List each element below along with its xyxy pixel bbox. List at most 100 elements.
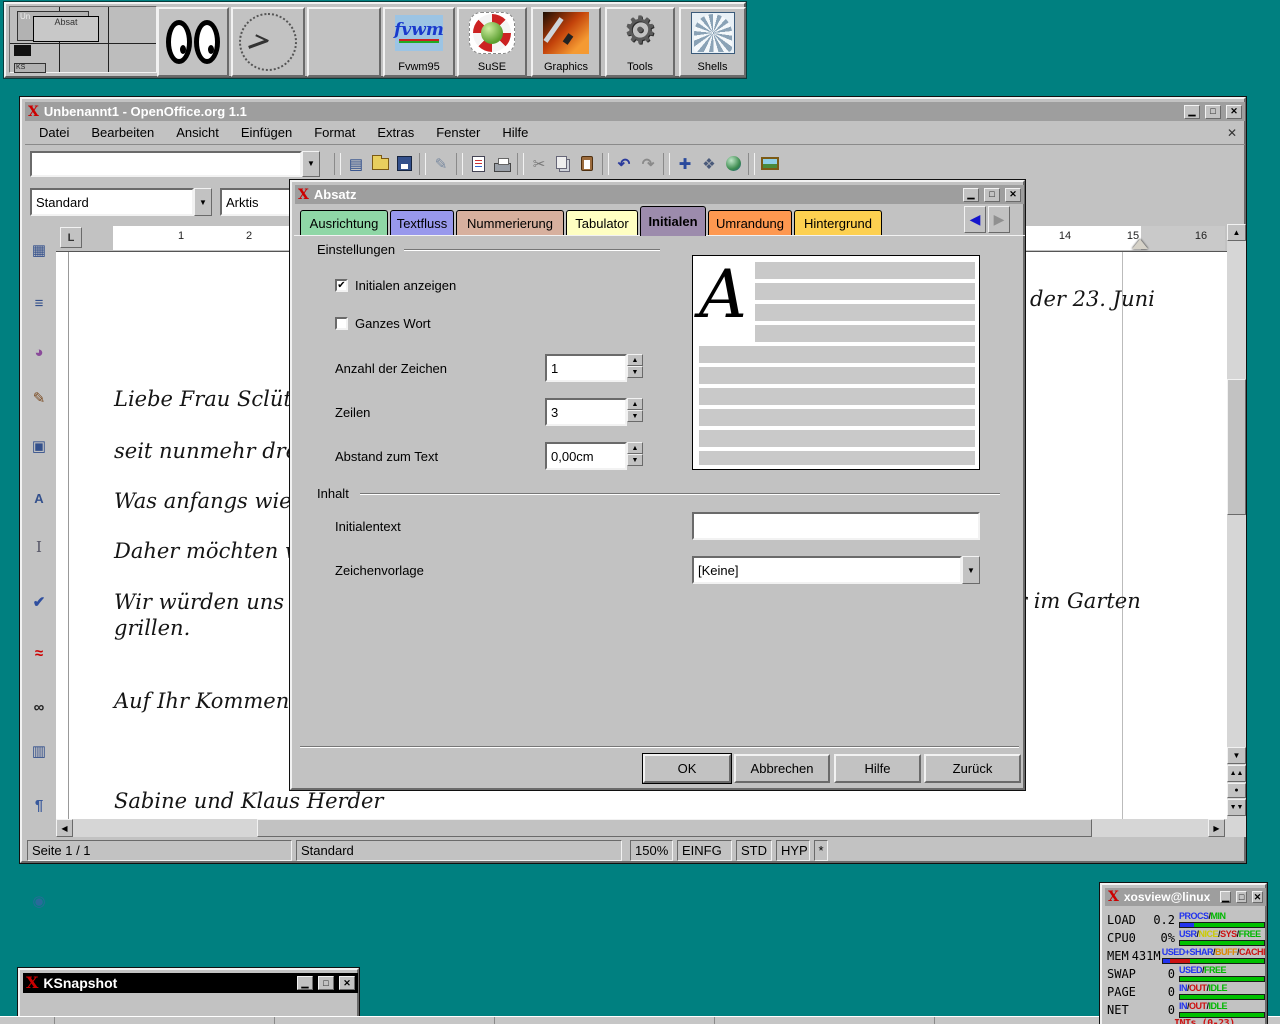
- tab-scroll-right-button[interactable]: ▶: [988, 206, 1010, 233]
- lines-input[interactable]: 3: [545, 398, 627, 426]
- maximize-button[interactable]: □: [1205, 105, 1221, 119]
- menu-einfuegen[interactable]: Einfügen: [237, 123, 296, 142]
- char-style-value[interactable]: [Keine]: [692, 556, 962, 584]
- empty-dock-slot[interactable]: [307, 7, 381, 77]
- num-chars-spinfield[interactable]: 1 ▲▼: [545, 354, 643, 382]
- status-style-field[interactable]: Standard: [296, 840, 622, 861]
- zurueck-button[interactable]: Zurück: [924, 754, 1021, 783]
- dropdown-arrow-icon[interactable]: ▼: [962, 556, 980, 584]
- menu-ansicht[interactable]: Ansicht: [172, 123, 223, 142]
- navigator-icon[interactable]: ✚: [673, 152, 697, 176]
- minimize-button[interactable]: ▁: [1220, 891, 1231, 903]
- minimize-button[interactable]: ▁: [1184, 105, 1200, 119]
- hyperlink-globe-icon[interactable]: [721, 152, 745, 176]
- url-input[interactable]: [30, 151, 302, 177]
- open-document-icon[interactable]: [368, 152, 392, 176]
- previous-page-button[interactable]: ▲▲: [1227, 765, 1246, 782]
- dropcap-text-input[interactable]: [692, 512, 980, 540]
- status-insert-mode-field[interactable]: EINFG: [677, 840, 732, 861]
- abbrechen-button[interactable]: Abbrechen: [734, 754, 830, 783]
- tab-type-selector[interactable]: L: [60, 227, 82, 248]
- suse-button[interactable]: SuSE: [457, 7, 527, 77]
- edit-file-icon[interactable]: ✎: [429, 152, 453, 176]
- minimize-button[interactable]: ▁: [963, 188, 979, 202]
- spin-up-button[interactable]: ▲: [627, 398, 643, 410]
- scroll-down-button[interactable]: ▼: [1227, 747, 1246, 764]
- shells-button[interactable]: Shells: [679, 7, 746, 77]
- url-combo[interactable]: ▼: [30, 151, 320, 177]
- status-selection-mode-field[interactable]: STD: [736, 840, 772, 861]
- spellcheck-icon[interactable]: ✔: [27, 590, 51, 614]
- undo-icon[interactable]: ↶: [612, 152, 636, 176]
- dialog-titlebar[interactable]: X Absatz ▁ □ ✕: [295, 185, 1024, 204]
- desktop-pager[interactable]: Un Absat KS: [9, 6, 157, 73]
- close-button[interactable]: ✕: [1252, 891, 1263, 903]
- spin-up-button[interactable]: ▲: [627, 354, 643, 366]
- redo-icon[interactable]: ↷: [636, 152, 660, 176]
- dropdown-arrow-icon[interactable]: ▼: [194, 188, 212, 216]
- status-modified-field[interactable]: *: [814, 840, 828, 861]
- tab-initialen[interactable]: Initialen: [640, 206, 706, 236]
- writer-titlebar[interactable]: X Unbenannt1 - OpenOffice.org 1.1 ▁ □ ✕: [25, 102, 1245, 121]
- maximize-button[interactable]: □: [984, 188, 1000, 202]
- xeyes-button[interactable]: [157, 7, 229, 77]
- spin-up-button[interactable]: ▲: [627, 442, 643, 454]
- style-combo[interactable]: Standard ▼: [30, 188, 212, 216]
- hilfe-button[interactable]: Hilfe: [834, 754, 921, 783]
- num-chars-input[interactable]: 1: [545, 354, 627, 382]
- export-pdf-icon[interactable]: [466, 152, 490, 176]
- tools-button[interactable]: ⚙ Tools: [605, 7, 675, 77]
- bottom-taskbar[interactable]: [0, 1016, 1280, 1024]
- tab-ausrichtung[interactable]: Ausrichtung: [300, 210, 388, 236]
- maximize-button[interactable]: □: [318, 976, 334, 990]
- status-hyperlink-mode-field[interactable]: HYP: [776, 840, 810, 861]
- char-style-combo[interactable]: [Keine] ▼: [692, 556, 980, 584]
- distance-input[interactable]: 0,00cm: [545, 442, 627, 470]
- clock-button[interactable]: [231, 7, 305, 77]
- next-page-button[interactable]: ▼▼: [1227, 799, 1246, 816]
- scroll-left-button[interactable]: ◀: [56, 819, 73, 837]
- tab-hintergrund[interactable]: Hintergrund: [794, 210, 882, 236]
- menu-format[interactable]: Format: [310, 123, 359, 142]
- tab-scroll-left-button[interactable]: ◀: [964, 206, 986, 233]
- horizontal-scrollbar[interactable]: ◀ ▶: [56, 819, 1246, 837]
- status-zoom-field[interactable]: 150%: [630, 840, 673, 861]
- right-indent-marker[interactable]: [1132, 239, 1148, 249]
- checkbox-checked-icon[interactable]: ✔: [335, 279, 348, 292]
- close-button[interactable]: ✕: [339, 976, 355, 990]
- save-document-icon[interactable]: [392, 152, 416, 176]
- style-combo-value[interactable]: Standard: [30, 188, 194, 216]
- auto-spellcheck-icon[interactable]: ≈: [27, 641, 51, 665]
- spin-down-button[interactable]: ▼: [627, 366, 643, 378]
- scrollbar-thumb[interactable]: [1227, 379, 1246, 515]
- menu-bearbeiten[interactable]: Bearbeiten: [87, 123, 158, 142]
- close-button[interactable]: ✕: [1005, 188, 1021, 202]
- navigation-dot-button[interactable]: ●: [1227, 783, 1246, 798]
- spin-down-button[interactable]: ▼: [627, 454, 643, 466]
- cut-icon[interactable]: ✂: [527, 152, 551, 176]
- draw-functions-icon[interactable]: ✎: [27, 386, 51, 410]
- xosview-titlebar[interactable]: X xosview@linux ▁ □ ✕: [1105, 888, 1266, 906]
- scroll-up-button[interactable]: ▲: [1227, 224, 1246, 241]
- copy-icon[interactable]: [551, 152, 575, 176]
- menu-fenster[interactable]: Fenster: [432, 123, 484, 142]
- ok-button[interactable]: OK: [643, 754, 731, 783]
- stylist-icon[interactable]: ❖: [697, 152, 721, 176]
- fvwm95-button[interactable]: fvwm Fvwm95: [383, 7, 455, 77]
- checkbox-unchecked-icon[interactable]: [335, 317, 348, 330]
- nonprinting-characters-icon[interactable]: ¶: [27, 793, 51, 817]
- spin-down-button[interactable]: ▼: [627, 410, 643, 422]
- close-button[interactable]: ✕: [1226, 105, 1242, 119]
- data-sources-icon[interactable]: ▥: [27, 739, 51, 763]
- scroll-right-button[interactable]: ▶: [1208, 819, 1225, 837]
- tab-umrandung[interactable]: Umrandung: [708, 210, 792, 236]
- dropdown-arrow-icon[interactable]: ▼: [302, 151, 320, 177]
- scrollbar-thumb[interactable]: [257, 819, 1092, 837]
- maximize-button[interactable]: □: [1236, 891, 1247, 903]
- insert-table-icon[interactable]: ▦: [27, 238, 51, 262]
- find-replace-icon[interactable]: ∞: [27, 695, 51, 719]
- autotext-icon[interactable]: A: [27, 486, 51, 510]
- show-dropcaps-checkbox[interactable]: ✔ Initialen anzeigen: [335, 278, 456, 293]
- tab-tabulator[interactable]: Tabulator: [566, 210, 638, 236]
- insert-objects-icon[interactable]: ◕: [27, 340, 51, 364]
